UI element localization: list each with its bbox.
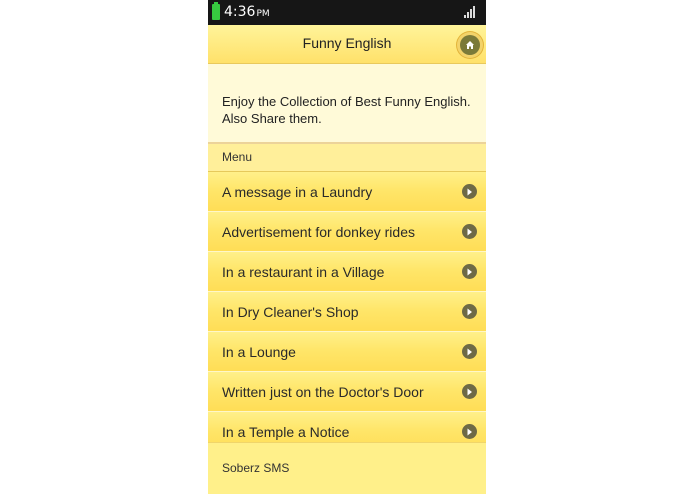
app-screen: 4:36PM Funny English Enjoy the Collectio… bbox=[208, 0, 486, 494]
intro-panel: Enjoy the Collection of Best Funny Engli… bbox=[208, 64, 486, 144]
list-item-label: A message in a Laundry bbox=[222, 184, 373, 200]
chevron-right-icon bbox=[462, 224, 477, 239]
list-item-label: In a Lounge bbox=[222, 344, 296, 360]
list-item[interactable]: Advertisement for donkey rides bbox=[208, 212, 486, 252]
list-item[interactable]: A message in a Laundry bbox=[208, 172, 486, 212]
signal-icon bbox=[464, 6, 478, 18]
menu-divider-label: Menu bbox=[222, 150, 253, 164]
chevron-right-icon bbox=[462, 344, 477, 359]
footer-text: Soberz SMS bbox=[222, 461, 290, 475]
chevron-right-icon bbox=[462, 264, 477, 279]
list-item[interactable]: In a Lounge bbox=[208, 332, 486, 372]
battery-icon bbox=[212, 2, 220, 20]
menu-divider: Menu bbox=[208, 144, 486, 172]
status-time: 4:36PM bbox=[224, 4, 270, 22]
home-icon bbox=[466, 41, 474, 49]
list-item[interactable]: In Dry Cleaner's Shop bbox=[208, 292, 486, 332]
page-title: Funny English bbox=[302, 35, 392, 51]
app-header: Funny English bbox=[208, 25, 486, 64]
home-button[interactable] bbox=[460, 35, 480, 55]
chevron-right-icon bbox=[462, 384, 477, 399]
list-item-label: Written just on the Doctor's Door bbox=[222, 384, 424, 400]
status-bar: 4:36PM bbox=[208, 0, 486, 25]
chevron-right-icon bbox=[462, 184, 477, 199]
chevron-right-icon bbox=[462, 304, 477, 319]
list-item-label: In a restaurant in a Village bbox=[222, 264, 385, 280]
status-time-value: 4:36 bbox=[224, 4, 256, 20]
list-item-label: In a Temple a Notice bbox=[222, 424, 350, 440]
intro-text: Enjoy the Collection of Best Funny Engli… bbox=[222, 94, 471, 126]
list-item-label: In Dry Cleaner's Shop bbox=[222, 304, 359, 320]
app-footer: Soberz SMS bbox=[208, 442, 486, 494]
status-ampm: PM bbox=[256, 9, 270, 19]
list-item[interactable]: In a restaurant in a Village bbox=[208, 252, 486, 292]
chevron-right-icon bbox=[462, 424, 477, 439]
list-item[interactable]: Written just on the Doctor's Door bbox=[208, 372, 486, 412]
list-item-label: Advertisement for donkey rides bbox=[222, 224, 415, 240]
